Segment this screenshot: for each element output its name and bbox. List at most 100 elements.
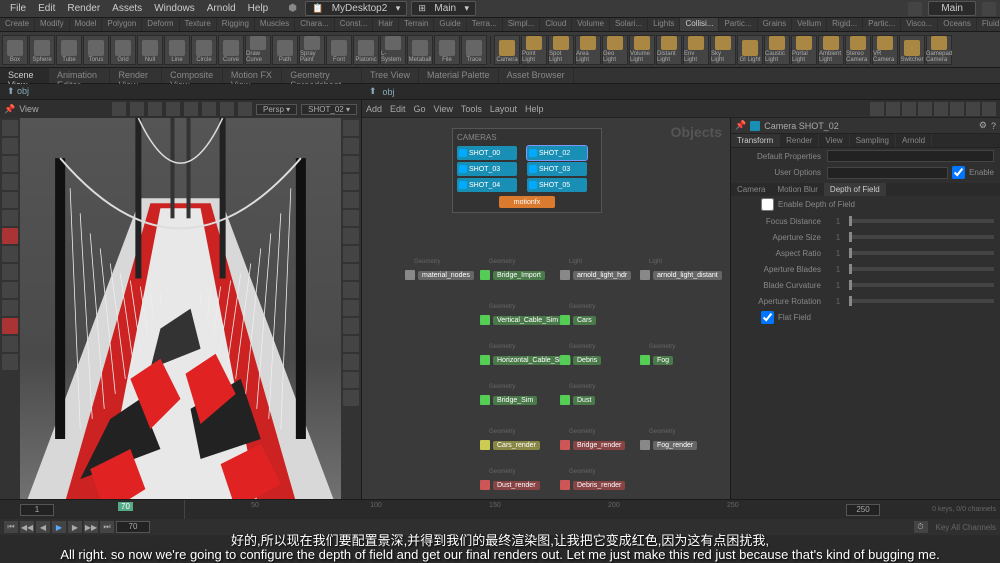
shelf-icon[interactable]: Curve	[218, 35, 244, 65]
network-node[interactable]: Vertical_Cable_SimGeometry	[477, 313, 566, 327]
tool-icon[interactable]	[2, 264, 18, 280]
param-subtab[interactable]: Motion Blur	[771, 183, 823, 196]
shelf-tab[interactable]: Rigging	[217, 18, 255, 31]
pane-tab[interactable]: Geometry Spreadsheet	[282, 68, 362, 83]
shelf-icon[interactable]: GI Light	[737, 35, 763, 65]
shelf-icon[interactable]: L-System	[380, 35, 406, 65]
shelf-icon[interactable]: Spot Light	[548, 35, 574, 65]
shelf-icon[interactable]: Tube	[56, 35, 82, 65]
camera-node[interactable]: SHOT_04	[457, 178, 517, 192]
shelf-icon[interactable]: Stereo Camera	[845, 35, 871, 65]
left-path-bar[interactable]: ⬆ obj	[0, 84, 362, 100]
vp-tool-icon[interactable]	[202, 102, 216, 116]
param-slider[interactable]	[849, 299, 994, 303]
right-path-bar[interactable]: ⬆obj	[362, 84, 1000, 100]
shelf-tab[interactable]: Fluid	[977, 18, 1000, 31]
shelf-icon[interactable]: Platonic	[353, 35, 379, 65]
display-icon[interactable]	[343, 246, 359, 262]
snap-tool-icon[interactable]	[2, 228, 18, 244]
shelf-tab[interactable]: Vellum	[792, 18, 827, 31]
shelf-tab[interactable]: Muscles	[255, 18, 295, 31]
display-icon[interactable]	[343, 336, 359, 352]
cameras-netbox[interactable]: CAMERAS SHOT_00 SHOT_02 SHOT_03 SHOT_03 …	[452, 128, 602, 213]
shelf-tab[interactable]: Const...	[335, 18, 374, 31]
camera-node[interactable]: SHOT_00	[457, 146, 517, 160]
shelf-icon[interactable]: Sphere	[29, 35, 55, 65]
menu-arnold[interactable]: Arnold	[201, 3, 242, 14]
shelf-icon[interactable]: Distant Light	[656, 35, 682, 65]
net-menu-item[interactable]: Tools	[461, 104, 482, 114]
param-tab[interactable]: Transform	[731, 134, 780, 147]
display-icon[interactable]	[343, 156, 359, 172]
shelf-tab[interactable]: Terrain	[399, 18, 434, 31]
display-icon[interactable]	[343, 390, 359, 406]
camera-node[interactable]: SHOT_05	[527, 178, 587, 192]
display-icon[interactable]	[343, 228, 359, 244]
shelf-icon[interactable]: Env Light	[683, 35, 709, 65]
shelf-tab[interactable]: Chara...	[295, 18, 334, 31]
network-node[interactable]: arnold_light_distantLight	[637, 268, 726, 282]
shelf-icon[interactable]: Torus	[83, 35, 109, 65]
shelf-tab[interactable]: Solari...	[610, 18, 648, 31]
network-node[interactable]: material_nodesGeometry	[402, 268, 478, 282]
param-tab[interactable]: View	[819, 134, 849, 147]
network-node[interactable]: Dust_renderGeometry	[477, 478, 544, 492]
tool-icon[interactable]	[2, 246, 18, 262]
network-node[interactable]: Bridge_ImportGeometry	[477, 268, 549, 282]
net-menu-item[interactable]: Add	[366, 104, 382, 114]
net-icon[interactable]	[918, 102, 932, 116]
frame-end[interactable]: 250	[846, 504, 880, 516]
network-node[interactable]: Fog_renderGeometry	[637, 438, 701, 452]
shelf-icon[interactable]: Line	[164, 35, 190, 65]
pane-tab[interactable]: Animation Editor	[49, 68, 111, 83]
display-icon[interactable]	[343, 318, 359, 334]
shelf-tab[interactable]: Lights	[648, 18, 680, 31]
vp-tool-icon[interactable]	[184, 102, 198, 116]
shelf-icon[interactable]: Null	[137, 35, 163, 65]
shelf-tab[interactable]: Modify	[35, 18, 70, 31]
tool-icon[interactable]	[2, 318, 18, 334]
network-node[interactable]: FogGeometry	[637, 353, 677, 367]
param-subtab[interactable]: Camera	[731, 183, 771, 196]
menu-assets[interactable]: Assets	[106, 3, 148, 14]
shelf-tab[interactable]: Polygon	[102, 18, 142, 31]
shelf-icon[interactable]: Geo Light	[602, 35, 628, 65]
shelf-tab[interactable]: Simpl...	[503, 18, 541, 31]
vp-tool-icon[interactable]	[238, 102, 252, 116]
pane-tab[interactable]: Tree View	[362, 68, 419, 83]
param-tab[interactable]: Sampling	[850, 134, 896, 147]
shelf-tab[interactable]: Texture	[180, 18, 217, 31]
net-icon[interactable]	[950, 102, 964, 116]
shelf-tab[interactable]: Partic...	[719, 18, 757, 31]
vp-tool-icon[interactable]	[112, 102, 126, 116]
help-icon[interactable]	[982, 2, 996, 16]
shelf-icon[interactable]: Area Light	[575, 35, 601, 65]
shelf-icon[interactable]: Draw Curve	[245, 35, 271, 65]
shelf-tab[interactable]: Oceans	[938, 18, 977, 31]
tool-icon[interactable]	[2, 300, 18, 316]
shelf-tab[interactable]: Collisi...	[680, 18, 719, 31]
param-tab[interactable]: Arnold	[896, 134, 932, 147]
net-icon[interactable]	[886, 102, 900, 116]
network-node[interactable]: Debris_renderGeometry	[557, 478, 629, 492]
default-props-field[interactable]	[827, 150, 994, 162]
shelf-tab[interactable]: Visco...	[901, 18, 938, 31]
shelf-icon[interactable]: Metaball	[407, 35, 433, 65]
shelf-icon[interactable]: Box	[2, 35, 28, 65]
shelf-icon[interactable]: Gamepad Camera	[926, 35, 952, 65]
shelf-tab[interactable]: Volume	[572, 18, 610, 31]
net-icon[interactable]	[934, 102, 948, 116]
display-icon[interactable]	[343, 120, 359, 136]
pane-tab[interactable]: Render View	[110, 68, 162, 83]
network-node[interactable]: arnold_light_hdrLight	[557, 268, 635, 282]
vp-tool-icon[interactable]	[148, 102, 162, 116]
param-tab[interactable]: Render	[780, 134, 819, 147]
dof-enable-checkbox[interactable]	[761, 198, 774, 211]
camera-node[interactable]: SHOT_03	[527, 162, 587, 176]
vp-tool-icon[interactable]	[166, 102, 180, 116]
camera-node[interactable]: SHOT_03	[457, 162, 517, 176]
enable-checkbox[interactable]	[952, 166, 965, 179]
network-node[interactable]: CarsGeometry	[557, 313, 600, 327]
shelf-icon[interactable]: Point Light	[521, 35, 547, 65]
shelf-tab[interactable]: Terra...	[467, 18, 503, 31]
